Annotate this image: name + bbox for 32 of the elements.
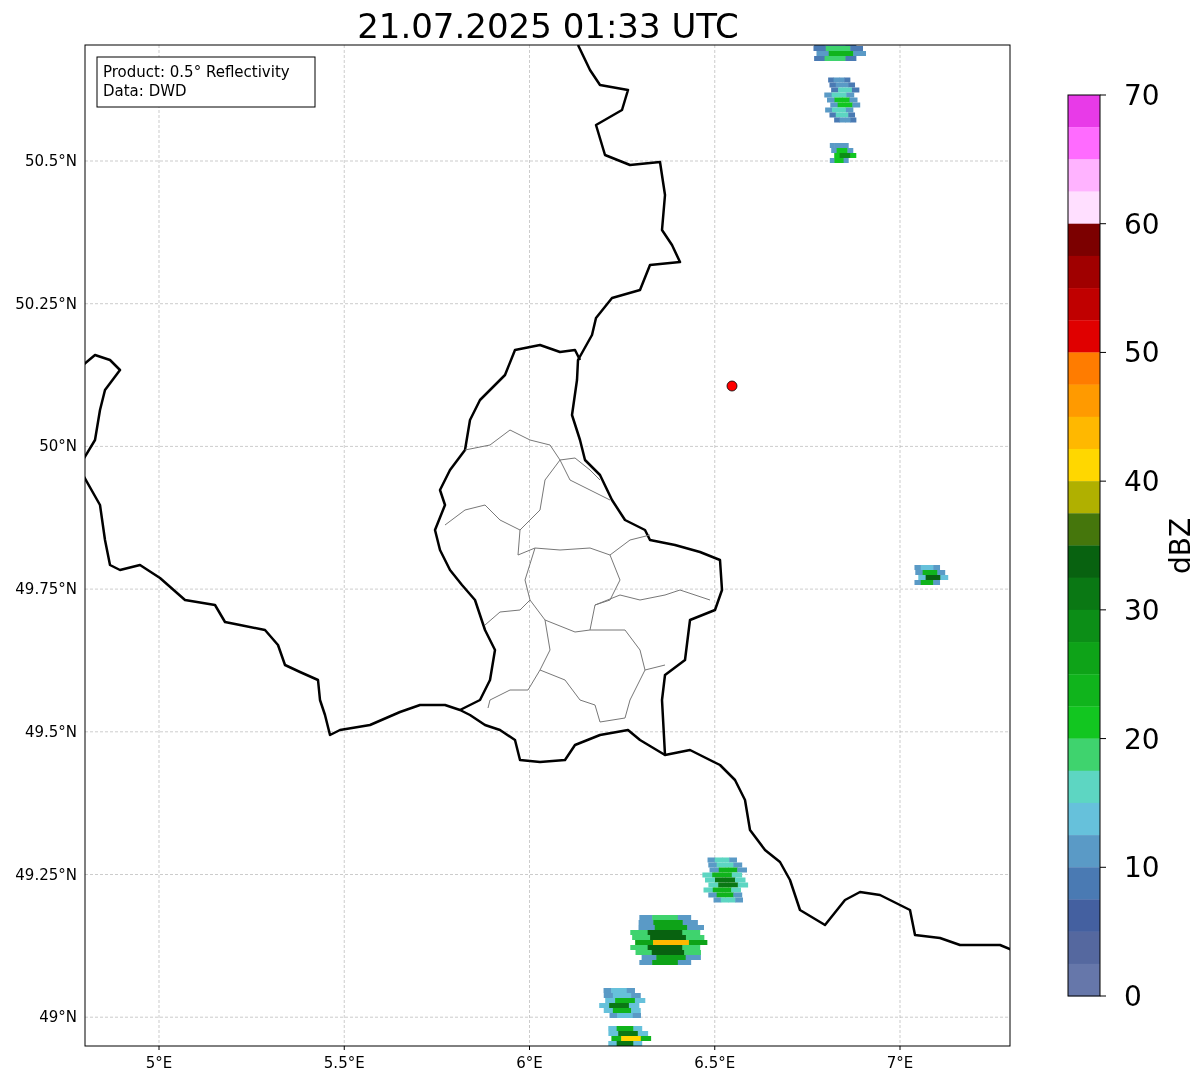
longitude-label: 7°E: [886, 1054, 914, 1072]
latitude-label: 49.75°N: [15, 580, 77, 599]
colorbar-tick-label: 20: [1124, 722, 1160, 756]
chart-title: 21.07.2025 01:33 UTC: [357, 6, 739, 46]
station-marker: [726, 380, 738, 392]
colorbar-tick-label: 40: [1124, 465, 1160, 499]
longitude-label: 5°E: [145, 1054, 173, 1072]
longitude-label: 6.5°E: [694, 1054, 736, 1072]
latitude-label: 50°N: [39, 437, 77, 456]
latitude-label: 50.5°N: [24, 152, 77, 170]
colorbar-tick-label: 0: [1124, 980, 1142, 1013]
latitude-label: 49.5°N: [24, 722, 77, 741]
longitude-label: 6°E: [516, 1054, 543, 1072]
radar-echo-drawing: [813, 45, 866, 61]
radar-echo-drawing: [608, 1026, 652, 1046]
latitude-label: 49.25°N: [15, 865, 77, 884]
radar-echo-drawing: [914, 565, 949, 585]
radar-echo-drawing: [829, 143, 857, 163]
colorbar-tick-label: 10: [1124, 851, 1160, 885]
colorbar-tick-label: 60: [1124, 207, 1160, 241]
latitude-label: 50.25°N: [15, 294, 77, 313]
longitude-label: 5.5°E: [323, 1054, 365, 1072]
colorbar-tick-label: 50: [1124, 336, 1160, 370]
colorbar-tick-label: 30: [1124, 593, 1160, 627]
info-text: Data: DWD: [103, 82, 187, 100]
info-text: Product: 0.5° Reflectivity: [103, 63, 290, 81]
radar-echo-drawing: [599, 988, 646, 1018]
latitude-label: 49°N: [39, 1008, 77, 1027]
radar-echo-drawing: [824, 77, 861, 123]
colorbar-label: dBZ: [1164, 517, 1197, 575]
radar-echo-drawing: [702, 857, 749, 903]
colorbar-tick-label: 70: [1124, 79, 1160, 112]
